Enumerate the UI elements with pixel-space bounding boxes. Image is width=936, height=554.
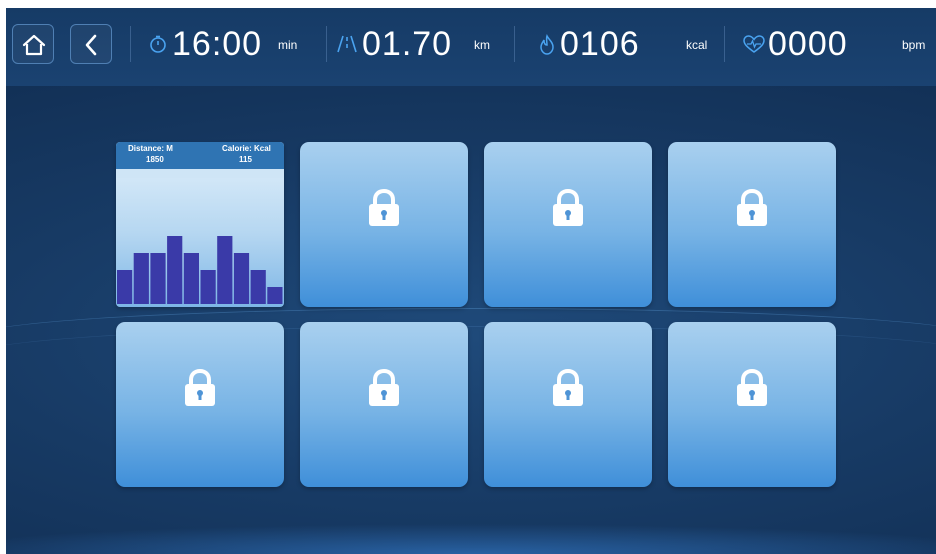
profile-bar-2: [133, 253, 149, 304]
heart-rate-value: 0000: [768, 25, 848, 63]
profile-bar-4: [167, 236, 183, 304]
status-bar: 16:00 min 01.70 km 0106 kcal 0000 bpm: [6, 8, 936, 86]
divider: [724, 26, 725, 62]
calories-value: 0106: [560, 25, 640, 63]
lock-icon: [737, 368, 767, 406]
profile-bar-1: [117, 270, 133, 304]
profile-bar-10: [267, 287, 283, 304]
stopwatch-icon: [150, 35, 166, 53]
flame-icon: [540, 34, 554, 55]
profile-bar-7: [217, 236, 233, 304]
heart-rate-unit: bpm: [902, 38, 926, 52]
locked-program-tile[interactable]: [300, 142, 468, 307]
lock-icon: [737, 188, 767, 226]
divider: [130, 26, 131, 62]
locked-program-tile[interactable]: [300, 322, 468, 487]
speed-profile-bars: [117, 236, 283, 304]
time-unit: min: [278, 38, 298, 52]
locked-program-tile[interactable]: [484, 142, 652, 307]
lock-icon: [369, 188, 399, 226]
program-preview-tile[interactable]: Distance: M 1850 Calorie: Kcal 115: [116, 142, 284, 307]
profile-bar-3: [150, 253, 166, 304]
lock-icon: [553, 188, 583, 226]
back-button[interactable]: [70, 24, 112, 64]
home-button[interactable]: [12, 24, 54, 64]
back-chevron-icon: [85, 34, 97, 56]
road-icon: [337, 35, 357, 53]
distance-value: 01.70: [362, 25, 453, 63]
profile-bar-5: [183, 253, 199, 304]
divider: [514, 26, 515, 62]
treadmill-console-screen: 16:00 min 01.70 km 0106 kcal 0000 bpm Di…: [6, 8, 936, 554]
lock-icon: [553, 368, 583, 406]
bottom-glow: [6, 524, 936, 554]
locked-program-tile[interactable]: [668, 142, 836, 307]
divider: [326, 26, 327, 62]
distance-unit: km: [474, 38, 490, 52]
locked-program-tile[interactable]: [668, 322, 836, 487]
locked-program-tile[interactable]: [116, 322, 284, 487]
time-value: 16:00: [172, 25, 263, 63]
locked-program-tile[interactable]: [484, 322, 652, 487]
lock-icon: [369, 368, 399, 406]
lock-icon: [185, 368, 215, 406]
profile-bar-9: [250, 270, 266, 304]
profile-bar-6: [200, 270, 216, 304]
profile-bar-8: [233, 253, 250, 304]
home-icon: [22, 34, 46, 56]
calories-unit: kcal: [686, 38, 708, 52]
heart-pulse-icon: [743, 35, 765, 53]
